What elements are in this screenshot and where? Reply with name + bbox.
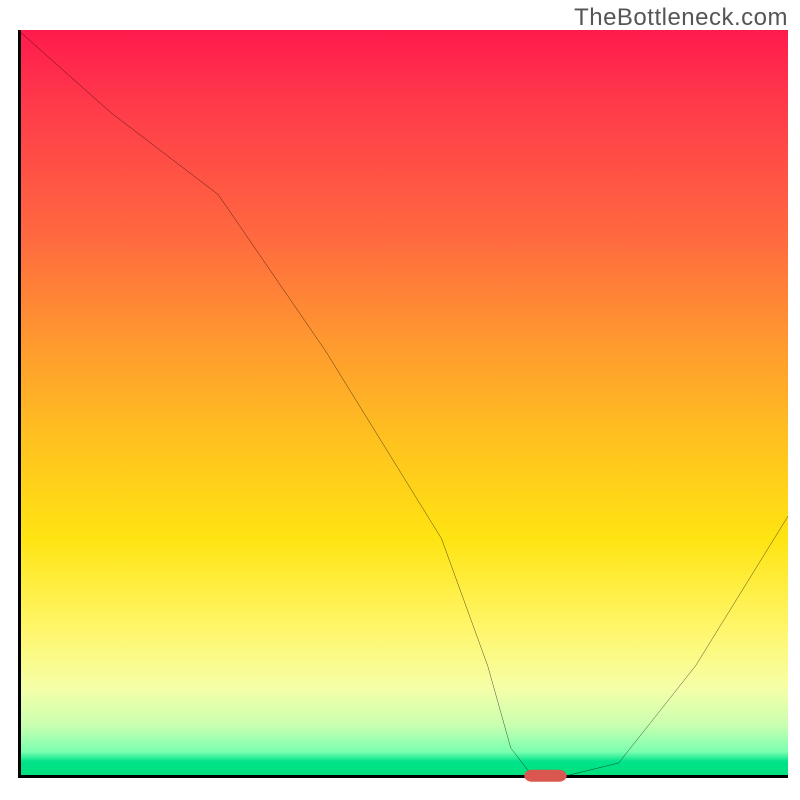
curve-path bbox=[18, 30, 788, 778]
chart-frame: TheBottleneck.com bbox=[0, 0, 800, 800]
bottleneck-curve bbox=[18, 30, 788, 778]
plot-area bbox=[18, 30, 788, 778]
watermark-text: TheBottleneck.com bbox=[574, 4, 788, 32]
optimum-marker bbox=[524, 770, 566, 782]
